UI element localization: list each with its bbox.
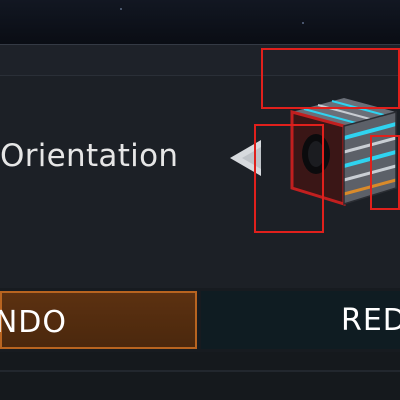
footer-bar [0,352,400,400]
footer-divider [0,370,400,372]
undo-button-label: NDO [0,305,67,340]
header-bar [0,44,400,76]
orientation-label: Orientation [0,138,179,174]
triangle-left-icon[interactable] [228,136,262,180]
redo-button-label: RED [341,303,400,338]
undo-button[interactable]: NDO [0,291,197,349]
block-preview-cube[interactable] [282,90,400,208]
top-starfield-strip [0,0,400,44]
redo-button[interactable]: RED [201,291,400,349]
